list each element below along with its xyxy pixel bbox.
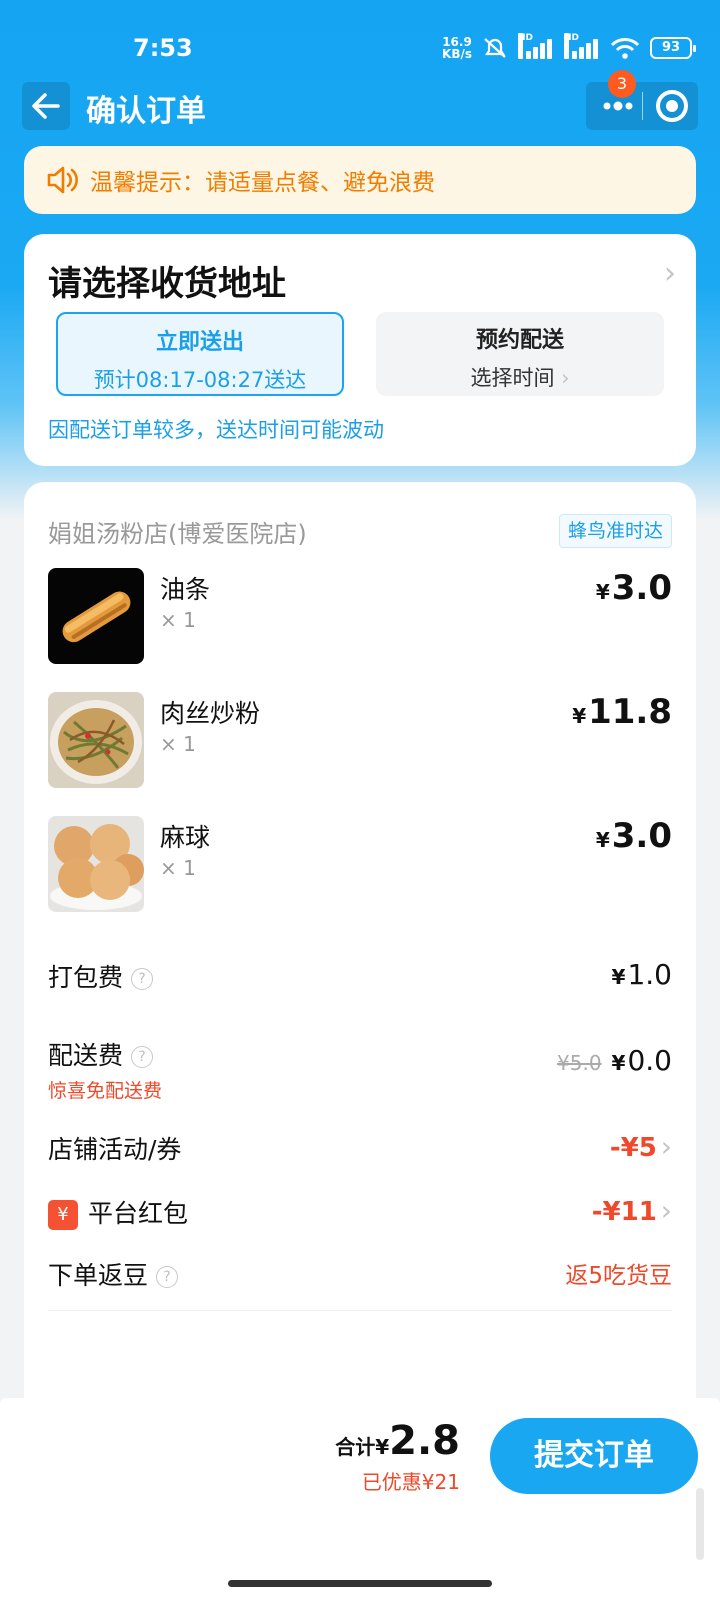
order-item: 油条 × 1 ¥3.0 [48,568,672,664]
deliver-now-label: 立即送出 [155,330,244,355]
delivery-fee-value: ¥5.0 ¥0.0 [557,1044,672,1077]
item-price: ¥3.0 [596,568,672,608]
item-thumbnail-fried-noodles [48,692,144,788]
close-miniprogram-icon[interactable] [656,90,688,122]
network-speed-unit: KB/s [442,47,472,61]
item-thumbnail-sesame-balls [48,816,144,912]
delivery-fee-original: ¥5.0 [557,1051,602,1075]
capsule-divider [642,92,643,120]
signal-icon-1: HD [518,33,554,59]
help-icon[interactable]: ? [156,1266,179,1288]
speaker-icon [47,166,78,194]
tip-text: 温馨提示：请适量点餐、避免浪费 [90,170,435,196]
home-indicator[interactable] [228,1580,492,1587]
signal-icon-2: HD [564,33,600,59]
scheduled-delivery-option[interactable]: 预约配送 选择时间 › [376,312,664,396]
help-icon[interactable]: ? [131,1046,154,1068]
saved-amount: 已优惠¥21 [361,1470,460,1494]
total-summary: 合计¥2.8 已优惠¥21 [335,1418,460,1495]
delivery-fee-label: 配送费? [48,1036,154,1072]
checkout-bar: 合计¥2.8 已优惠¥21 提交订单 [0,1398,720,1600]
return-beans-value: 返5吃货豆 [565,1263,672,1289]
divider [48,1310,672,1311]
chevron-right-icon: › [660,1130,672,1163]
alarm-off-icon [484,38,506,58]
total-amount: 2.8 [389,1418,460,1464]
return-beans-label: 下单返豆? [48,1256,179,1292]
help-icon[interactable]: ? [131,968,154,990]
item-price-value: 3.0 [611,568,672,608]
total-label: 合计¥ [335,1435,390,1459]
select-time-label: 选择时间 [470,366,555,390]
packing-fee-row: 打包费? ¥1.0 [48,958,672,998]
deliver-now-eta: 预计08:17-08:27送达 [93,368,307,392]
total-line: 合计¥2.8 [335,1418,460,1464]
delivery-fee-promo: 惊喜免配送费 [48,1080,163,1102]
item-qty: × 1 [160,856,196,880]
network-speed: 16.9 KB/s [442,36,472,60]
currency-symbol: ¥ [611,1051,626,1075]
chevron-right-icon[interactable]: › [664,256,676,291]
submit-order-button[interactable]: 提交订单 [490,1418,698,1494]
chevron-right-icon: › [561,366,570,390]
delivery-note: 因配送订单较多，送达时间可能波动 [48,418,384,442]
delivery-badge: 蜂鸟准时达 [558,514,672,548]
store-coupon-row[interactable]: 店铺活动/券 -¥5 › [48,1130,672,1170]
battery-icon: 93 [650,37,696,59]
item-price: ¥3.0 [596,816,672,856]
scrollbar[interactable] [696,1488,704,1560]
item-name: 肉丝炒粉 [160,699,261,728]
tip-banner: 温馨提示：请适量点餐、避免浪费 [24,146,696,214]
page-title: 确认订单 [86,94,206,129]
store-coupon-value: -¥5 › [609,1130,672,1163]
order-card: 娟姐汤粉店(博爱医院店) 蜂鸟准时达 油条 × 1 ¥3.0 肉丝炒粉 × 1 … [24,482,696,1422]
item-name: 麻球 [160,823,211,852]
scheduled-delivery-label: 预约配送 [475,328,564,353]
chevron-right-icon: › [660,1194,672,1227]
currency-symbol: ¥ [595,580,610,604]
deliver-now-option[interactable]: 立即送出 预计08:17-08:27送达 [56,312,344,396]
currency-symbol: ¥ [595,828,610,852]
item-qty: × 1 [160,732,196,756]
packing-fee-label: 打包费? [48,958,154,994]
shop-name[interactable]: 娟姐汤粉店(博爱医院店) [48,514,307,549]
red-packet-value: -¥11 › [591,1194,672,1227]
hd-label-2: HD [564,33,579,59]
hd-label-1: HD [518,33,533,59]
notification-badge: 3 [608,70,636,98]
red-packet-icon: ¥ [48,1200,78,1230]
item-thumbnail-youtiao [48,568,144,664]
item-price-value: 3.0 [611,816,672,856]
currency-symbol: ¥ [572,704,587,728]
item-price-value: 11.8 [588,692,672,732]
status-time: 7:53 [133,34,193,62]
order-item: 肉丝炒粉 × 1 ¥11.8 [48,692,672,788]
currency-symbol: ¥ [611,965,626,989]
delivery-fee-row: 配送费? 惊喜免配送费 ¥5.0 ¥0.0 [48,1036,672,1106]
select-time-row: 选择时间 › [376,362,664,392]
mini-program-capsule [586,82,698,130]
store-coupon-label: 店铺活动/券 [48,1135,182,1164]
status-icons: 16.9 KB/s HD HD 93 [442,33,696,60]
return-beans-row: 下单返豆? 返5吃货豆 [48,1256,672,1296]
wifi-icon [610,38,640,59]
arrow-left-icon [32,93,60,119]
item-qty: × 1 [160,608,196,632]
platform-red-packet-row[interactable]: ¥ 平台红包 -¥11 › [48,1194,672,1234]
item-name: 油条 [160,575,211,604]
red-packet-label: ¥ 平台红包 [48,1194,188,1230]
item-price: ¥11.8 [572,692,672,732]
select-address-link[interactable]: 请选择收货地址 [48,256,286,305]
order-item: 麻球 × 1 ¥3.0 [48,816,672,912]
back-button[interactable] [22,82,70,130]
packing-fee-value: ¥1.0 [611,958,672,991]
address-card: 请选择收货地址 › 立即送出 预计08:17-08:27送达 预约配送 选择时间… [24,234,696,466]
